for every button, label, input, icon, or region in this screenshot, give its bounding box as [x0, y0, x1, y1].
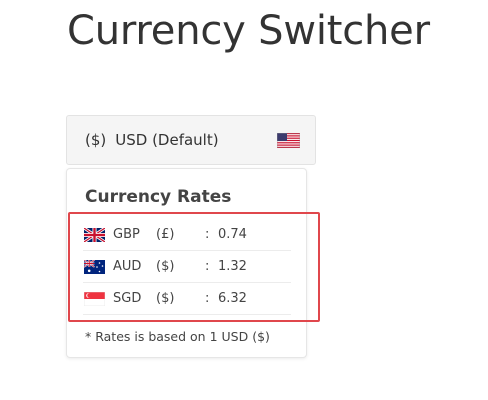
rate-value: 0.74 [218, 227, 247, 242]
rate-separator: : [205, 259, 210, 274]
rate-separator: : [205, 227, 210, 242]
rate-symbol: (£) [156, 227, 175, 242]
rate-row-gbp: GBP (£) : 0.74 [83, 219, 291, 251]
australia-flag-icon [83, 258, 105, 274]
currency-switcher-dropdown[interactable]: ($) USD (Default) [66, 115, 316, 165]
currency-symbol: ($) [85, 131, 107, 149]
currency-rates-card: Currency Rates GBP (£) : 0.74 AUD ($): … [66, 168, 307, 358]
us-flag-icon [276, 132, 301, 152]
currency-label: USD (Default) [115, 131, 219, 149]
page-title: Currency Switcher [67, 8, 430, 54]
rate-code: GBP [113, 227, 140, 242]
rates-title: Currency Rates [85, 187, 232, 207]
uk-flag-icon [83, 226, 106, 243]
rate-row-sgd: SGD ($) : 6.32 [83, 283, 291, 315]
rate-value: 6.32 [218, 291, 247, 306]
rate-code: AUD [113, 259, 142, 274]
rate-separator: : [205, 291, 210, 306]
rate-value: 1.32 [218, 259, 247, 274]
rate-symbol: ($) [156, 259, 175, 274]
rate-symbol: ($) [156, 291, 175, 306]
singapore-flag-icon [83, 291, 106, 306]
rates-footnote: * Rates is based on 1 USD ($) [85, 329, 270, 344]
rate-row-aud: AUD ($) : 1.32 [83, 251, 291, 283]
rate-code: SGD [113, 291, 142, 306]
